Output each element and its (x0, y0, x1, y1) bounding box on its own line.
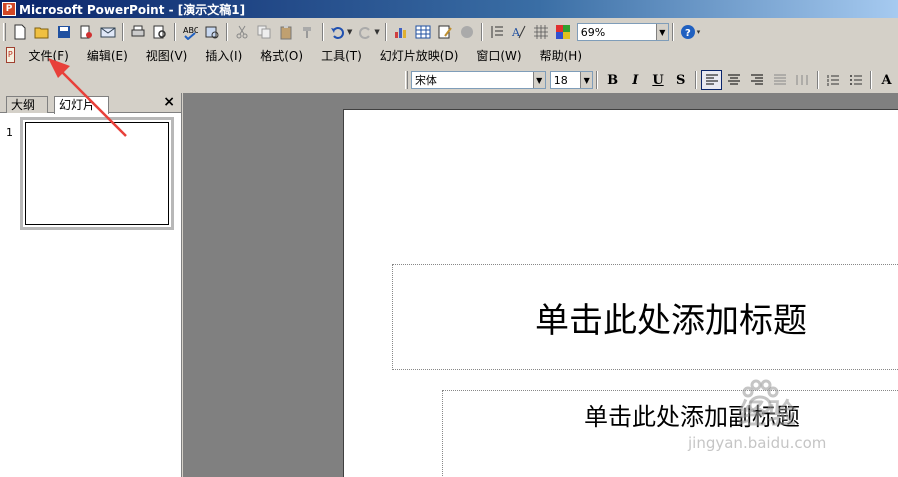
slide-thumbnail-frame (25, 122, 169, 225)
chevron-down-icon[interactable]: ▼ (347, 28, 352, 36)
toolbar-separator (671, 23, 674, 41)
watermark-text: 经验 (738, 397, 799, 430)
shadow-button[interactable]: S (670, 70, 691, 90)
numbering-icon (827, 75, 840, 86)
help-icon[interactable]: ? (678, 22, 698, 42)
menu-slideshow[interactable]: 幻灯片放映(D) (380, 47, 459, 64)
toolbar-separator (596, 71, 599, 89)
italic-button[interactable]: I (625, 70, 646, 90)
toolbar-separator (322, 23, 324, 41)
slide-thumbnail[interactable] (20, 117, 174, 230)
bullets-button[interactable] (846, 70, 867, 90)
tables-borders-icon[interactable] (435, 22, 455, 42)
align-center-button[interactable] (724, 70, 745, 90)
chevron-down-icon[interactable]: ▼ (580, 72, 593, 88)
menu-view[interactable]: 视图(V) (146, 47, 188, 64)
format-painter-icon[interactable] (298, 22, 318, 42)
align-left-icon (705, 74, 718, 85)
spelling-icon[interactable]: ABC (180, 22, 200, 42)
insert-table-icon[interactable] (413, 22, 433, 42)
numbering-button[interactable] (823, 70, 844, 90)
redo-icon[interactable] (355, 22, 375, 42)
menu-help[interactable]: 帮助(H) (540, 47, 582, 64)
copy-icon[interactable] (254, 22, 274, 42)
slide-number: 1 (6, 126, 13, 139)
save-icon[interactable] (54, 22, 74, 42)
tab-outline[interactable]: 大纲 (6, 96, 48, 113)
bold-button[interactable]: B (602, 70, 623, 90)
menu-file[interactable]: 文件(F) (29, 47, 69, 64)
window-title: Microsoft PowerPoint - [演示文稿1] (19, 2, 246, 17)
justify-icon (773, 74, 786, 85)
permission-icon[interactable] (76, 22, 96, 42)
insert-chart-icon[interactable] (391, 22, 411, 42)
toolbar-options-icon[interactable]: ▾ (697, 28, 701, 36)
font-name-value: 宋体 (414, 74, 437, 87)
powerpoint-app-icon[interactable]: P (2, 2, 16, 16)
show-grid-icon[interactable] (531, 22, 551, 42)
align-right-button[interactable] (747, 70, 768, 90)
menu-window[interactable]: 窗口(W) (476, 47, 521, 64)
chevron-down-icon[interactable]: ▼ (532, 72, 545, 88)
watermark-url: jingyan.baidu.com (688, 434, 827, 452)
show-formatting-icon[interactable]: A (509, 22, 529, 42)
menu-tools[interactable]: 工具(T) (321, 47, 362, 64)
formatting-toolbar: 宋体 ▼ 18 ▼ B I U S A (405, 68, 898, 92)
distributed-button[interactable] (792, 70, 813, 90)
research-icon[interactable] (202, 22, 222, 42)
bullets-icon (849, 75, 862, 85)
grow-font-button[interactable]: A (876, 70, 897, 90)
paste-icon[interactable] (276, 22, 296, 42)
toolbar-separator (480, 23, 483, 41)
menu-edit[interactable]: 编辑(E) (87, 47, 128, 64)
print-icon[interactable] (128, 22, 148, 42)
slides-pane: 大纲 幻灯片 × 1 (0, 93, 182, 477)
new-icon[interactable] (10, 22, 30, 42)
toolbar-separator (870, 71, 873, 89)
svg-text:ABC: ABC (183, 26, 198, 35)
title-placeholder-text: 单击此处添加标题 (535, 300, 807, 341)
zoom-select[interactable]: 69% ▼ (576, 23, 669, 41)
title-bar: P Microsoft PowerPoint - [演示文稿1] (0, 0, 898, 18)
toolbar-separator (122, 23, 124, 41)
toolbar-separator (174, 23, 176, 41)
font-size-value: 18 (553, 73, 568, 87)
chevron-down-icon[interactable]: ▼ (655, 24, 668, 40)
toolbar-separator (226, 23, 228, 41)
toolbar-separator (384, 23, 387, 41)
align-center-icon (728, 74, 741, 85)
toolbar-separator (816, 71, 819, 89)
document-icon[interactable]: P (6, 47, 15, 63)
insert-hyperlink-icon[interactable] (457, 22, 477, 42)
menu-insert[interactable]: 插入(I) (205, 47, 242, 64)
justify-button[interactable] (769, 70, 790, 90)
distributed-icon (796, 75, 808, 85)
open-icon[interactable] (32, 22, 52, 42)
svg-text:?: ? (685, 28, 691, 39)
email-icon[interactable] (98, 22, 118, 42)
baidu-jingyan-watermark: 经验 jingyan.baidu.com (678, 378, 888, 458)
close-icon[interactable]: × (163, 94, 175, 110)
tab-slides[interactable]: 幻灯片 (54, 96, 109, 114)
title-placeholder[interactable]: 单击此处添加标题 (392, 264, 898, 370)
underline-button[interactable]: U (648, 70, 669, 90)
print-preview-icon[interactable] (150, 22, 170, 42)
zoom-value: 69% (580, 25, 606, 39)
font-size-select[interactable]: 18 ▼ (549, 71, 594, 89)
menu-format[interactable]: 格式(O) (260, 47, 303, 64)
color-grayscale-icon[interactable] (553, 22, 573, 42)
cut-icon[interactable] (232, 22, 252, 42)
toolbar-separator (695, 71, 698, 89)
align-left-button[interactable] (701, 70, 722, 90)
undo-icon[interactable] (328, 22, 348, 42)
toolbar-grip[interactable] (405, 71, 408, 89)
menu-bar: P 文件(F) 编辑(E) 视图(V) 插入(I) 格式(O) 工具(T) 幻灯… (0, 45, 600, 65)
expand-all-icon[interactable] (487, 22, 507, 42)
align-right-icon (751, 74, 763, 85)
chevron-down-icon[interactable]: ▼ (374, 28, 379, 36)
toolbar-grip[interactable] (3, 23, 6, 41)
pane-tabs: 大纲 幻灯片 × (0, 93, 181, 114)
standard-toolbar: ABC ▼ ▼ A 69% ▼ ? ▾ (0, 20, 735, 44)
font-name-select[interactable]: 宋体 ▼ (410, 71, 546, 89)
